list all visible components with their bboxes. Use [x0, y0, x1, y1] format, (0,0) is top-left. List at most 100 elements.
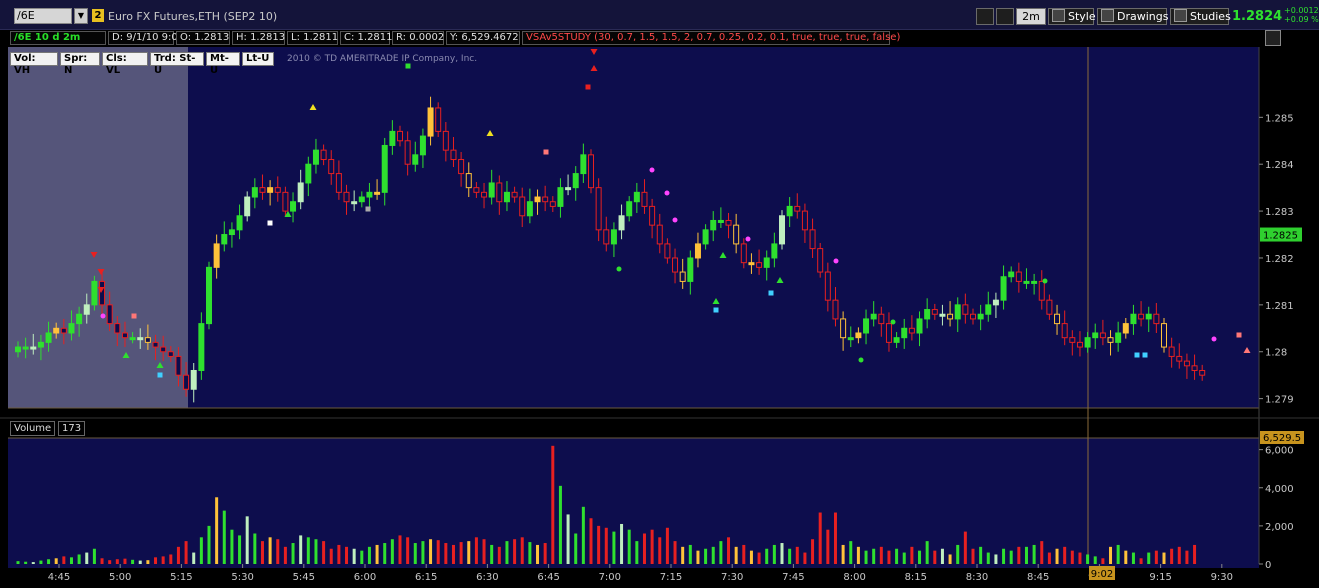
volume-bar — [1116, 544, 1120, 564]
signal-marker — [858, 357, 864, 363]
volume-bar — [31, 562, 35, 564]
volume-bar — [895, 548, 899, 564]
volume-bar — [69, 557, 73, 564]
candle-body — [53, 327, 60, 334]
candle-body — [496, 182, 503, 203]
chip-vol: Vol: VH — [10, 52, 58, 76]
chip-spr: Spr: N — [60, 52, 100, 76]
candle-body — [351, 201, 358, 205]
volume-bar — [222, 510, 226, 564]
volume-bar — [505, 541, 509, 564]
candle-body — [244, 196, 251, 217]
volume-bar — [864, 550, 868, 564]
signal-marker — [543, 149, 549, 155]
volume-bar — [1139, 558, 1143, 564]
price-tick-label: 1.282 — [1265, 254, 1294, 265]
volume-bar — [727, 537, 731, 564]
candle-body — [962, 304, 969, 315]
volume-bar — [765, 548, 769, 564]
candle-body — [1099, 332, 1106, 339]
candle-body — [419, 135, 426, 156]
volume-bar — [841, 544, 845, 564]
price-tick-label: 1.284 — [1265, 160, 1294, 171]
volume-bar — [39, 560, 43, 564]
volume-bar — [1032, 544, 1036, 564]
volume-bar — [757, 552, 761, 564]
time-tick-label: 6:30 — [476, 572, 498, 583]
volume-bar — [1070, 550, 1074, 564]
signal-marker — [1042, 278, 1048, 284]
volume-bar — [1040, 541, 1044, 564]
time-tick-label: 8:15 — [905, 572, 927, 583]
volume-bar — [887, 550, 891, 564]
volume-bar — [169, 554, 173, 564]
candle-body — [190, 369, 197, 390]
candle-body — [1092, 332, 1099, 339]
volume-bar — [436, 540, 440, 564]
candle-body — [595, 187, 602, 231]
signal-marker — [833, 258, 839, 264]
signal-marker — [672, 217, 678, 223]
volume-bar — [1185, 550, 1189, 564]
candle-body — [641, 191, 648, 207]
chip-trd: Trd: St-U — [150, 52, 204, 76]
volume-bar — [421, 541, 425, 564]
candle-body — [733, 224, 740, 245]
candle-body — [710, 219, 717, 231]
candle-body — [916, 318, 923, 334]
volume-bar — [597, 525, 601, 564]
price-tick-label: 1.285 — [1265, 113, 1294, 124]
candle-body — [1015, 271, 1022, 282]
volume-bar — [47, 559, 51, 564]
candle-body — [1191, 365, 1198, 371]
volume-bar — [92, 548, 96, 564]
chip-cls: Cls: VL — [102, 52, 148, 76]
volume-bar — [650, 529, 654, 564]
volume-bar — [803, 552, 807, 564]
candle-body — [664, 243, 671, 259]
candle-body — [1023, 280, 1030, 284]
volume-bar — [192, 552, 196, 564]
volume-bar — [16, 561, 20, 564]
candle-body — [175, 355, 182, 376]
volume-value: 173 — [58, 421, 86, 436]
candle-body — [702, 229, 709, 245]
candle-body — [114, 323, 121, 334]
candle-body — [121, 332, 128, 339]
volume-bar — [1047, 552, 1051, 564]
candle-body — [45, 332, 52, 343]
candle-body — [251, 187, 258, 198]
signal-marker — [664, 190, 670, 196]
volume-bar — [620, 523, 624, 564]
volume-bar — [406, 537, 410, 564]
volume-bar — [558, 485, 562, 564]
current-price-label: 1.2825 — [1263, 231, 1298, 242]
volume-bar — [375, 544, 379, 564]
volume-bar — [360, 550, 364, 564]
candle-body — [106, 304, 113, 325]
premarket-shade — [8, 47, 188, 408]
time-tick-label: 9:15 — [1149, 572, 1171, 583]
candle-body — [312, 149, 319, 165]
volume-bar — [24, 561, 28, 564]
candle-body — [565, 187, 572, 191]
candle-body — [1138, 313, 1145, 320]
price-tick-label: 1.279 — [1265, 395, 1294, 406]
candle-body — [855, 332, 862, 339]
price-volume-chart[interactable]: 1.285 1.284 1.283 1.282 1.281 1.28 1.279 6,000 4… — [0, 0, 1319, 588]
candle-body — [412, 154, 419, 165]
candle-body — [870, 313, 877, 320]
volume-bar — [306, 537, 310, 564]
time-tick-label: 9:30 — [1211, 572, 1233, 583]
time-tick-label: 7:45 — [782, 572, 804, 583]
candle-body — [221, 234, 228, 245]
volume-bar — [856, 546, 860, 564]
candle-body — [885, 323, 892, 343]
signal-marker — [649, 167, 655, 173]
volume-bar — [795, 546, 799, 564]
volume-bar — [490, 544, 494, 564]
candle-body — [1076, 341, 1083, 348]
volume-bar — [811, 539, 815, 564]
volume-bar — [322, 541, 326, 564]
signal-marker — [157, 372, 163, 378]
